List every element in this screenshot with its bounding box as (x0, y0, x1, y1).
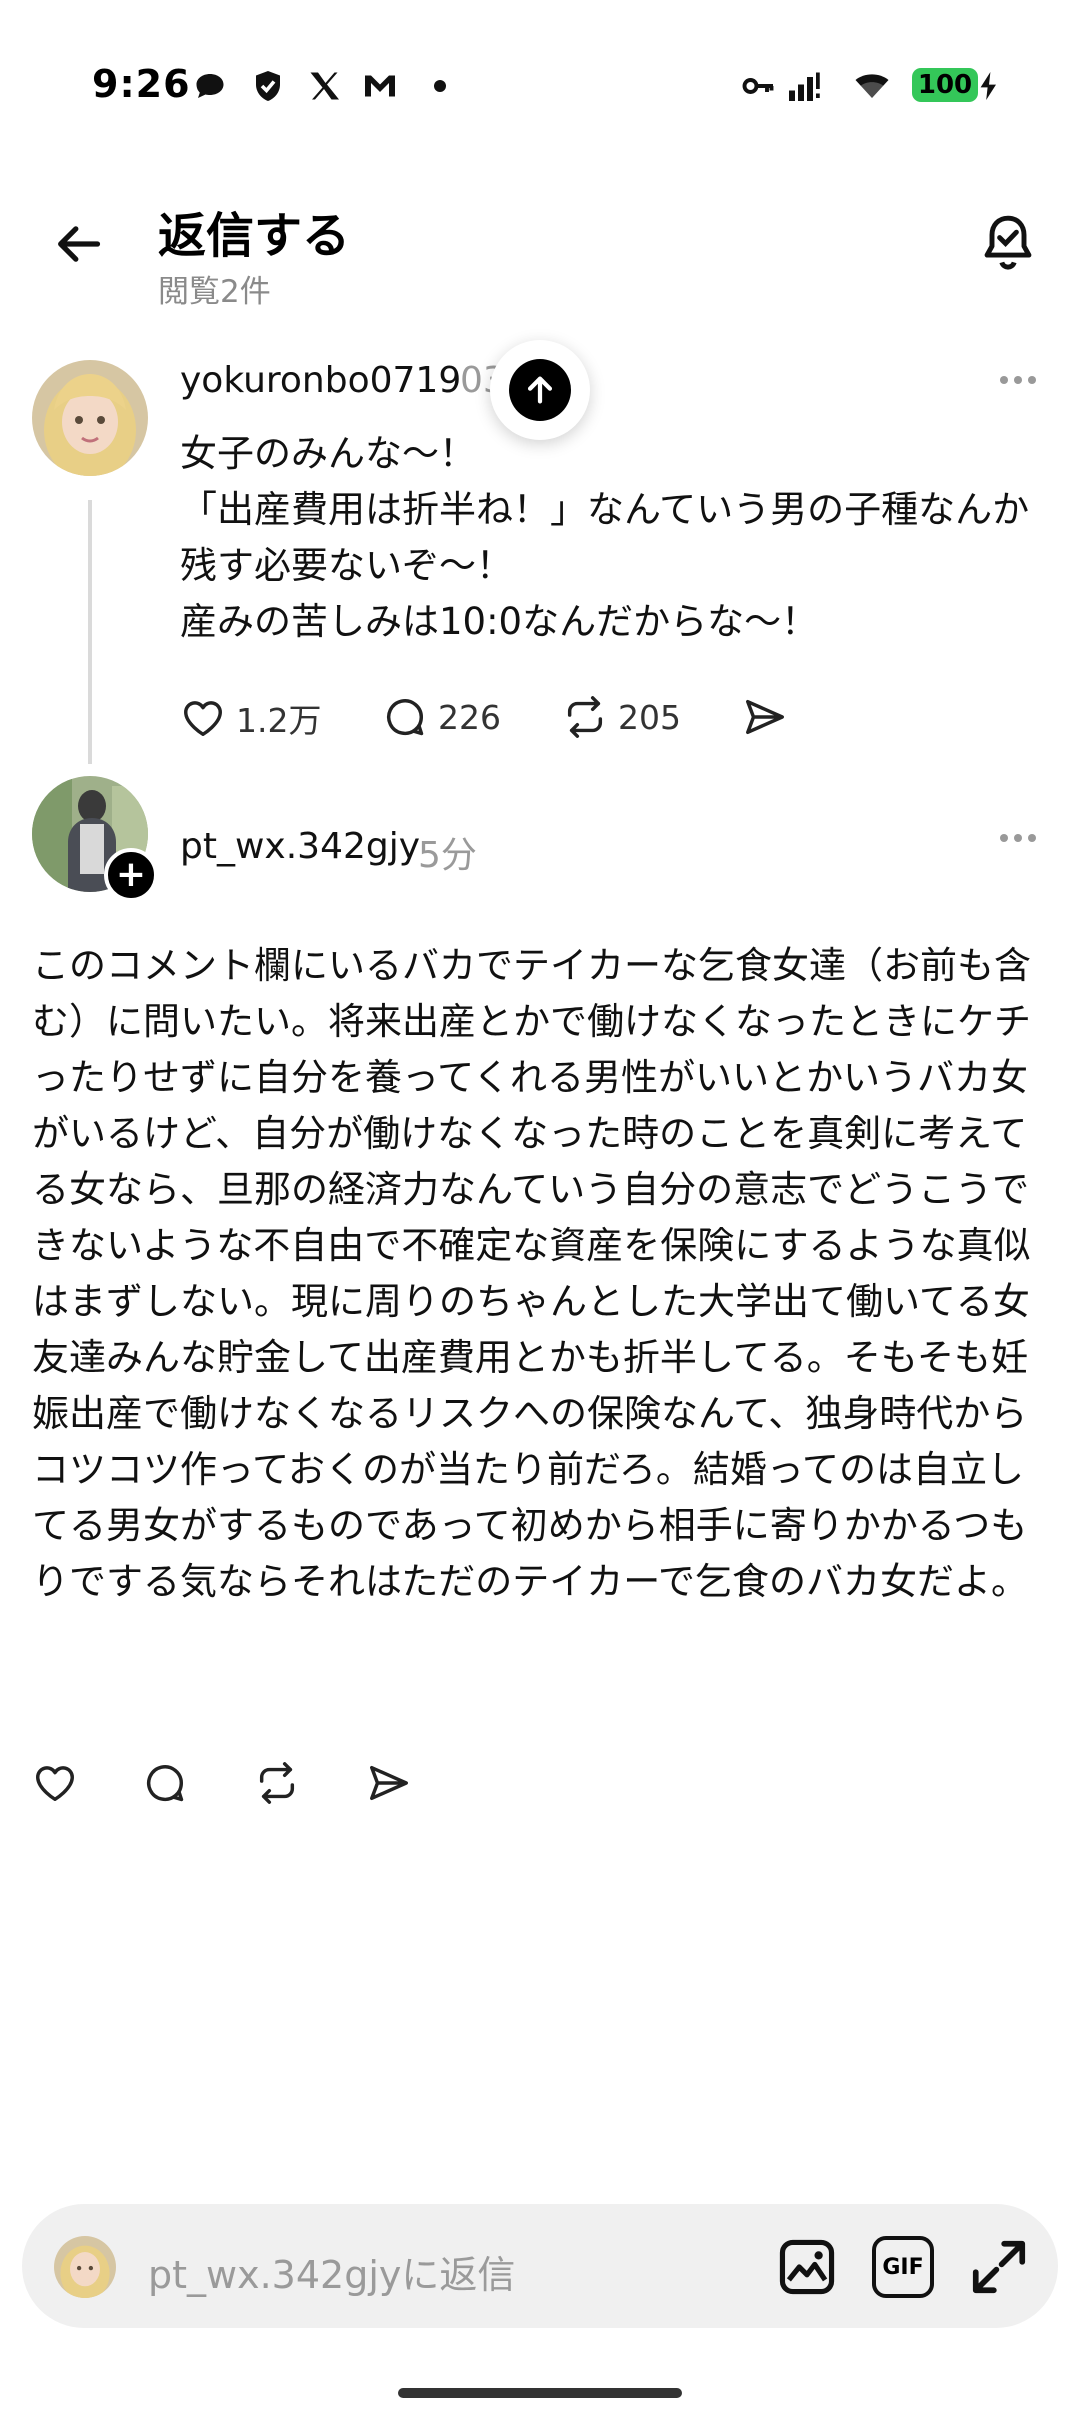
key-icon (742, 78, 774, 94)
follow-plus-button[interactable]: + (104, 848, 158, 902)
gif-button[interactable]: GIF (872, 2236, 934, 2298)
share-send-icon (746, 699, 784, 735)
share-button[interactable] (742, 694, 788, 740)
battery-icon: 100 (912, 68, 978, 102)
heart-icon (184, 701, 222, 737)
comment-icon (147, 1765, 184, 1802)
original-post-avatar[interactable] (32, 360, 148, 476)
charging-icon (980, 72, 996, 100)
mail-icon (365, 75, 395, 97)
reply-input[interactable]: pt_wx.342gjyに返信 (148, 2244, 515, 2299)
repost-icon (567, 696, 603, 738)
notification-bell-icon[interactable] (978, 212, 1038, 276)
expand-icon[interactable] (968, 2236, 1030, 2298)
like-count: 1.2万 (236, 701, 322, 740)
thread-line (88, 500, 92, 764)
notification-dot-icon (434, 80, 446, 92)
reply-repost-button[interactable] (254, 1760, 300, 1806)
repost-icon (259, 1762, 295, 1804)
original-post-more-icon[interactable] (998, 374, 1038, 386)
gif-label: GIF (882, 2254, 924, 2280)
reply-comment-button[interactable] (142, 1760, 188, 1806)
reply-post-more-icon[interactable] (998, 832, 1038, 844)
image-attach-icon[interactable] (776, 2236, 838, 2298)
repost-count: 205 (618, 697, 681, 737)
reply-share-button[interactable] (366, 1760, 412, 1806)
share-send-icon (370, 1765, 408, 1801)
comment-icon (387, 699, 424, 736)
signal-icon (789, 72, 820, 101)
arrow-up-icon (527, 376, 553, 404)
reply-post-time: 5分 (418, 835, 477, 876)
repost-button[interactable]: 205 (562, 694, 681, 740)
chat-bubble-icon (196, 74, 224, 98)
reply-button[interactable]: 226 (382, 694, 501, 740)
reply-count: 226 (438, 697, 501, 737)
back-arrow-icon[interactable] (52, 218, 104, 270)
composer-avatar (54, 2236, 116, 2298)
reply-post-body: このコメント欄にいるバカでテイカーな乞食女達（お前も含む）に問いたい。将来出産と… (32, 944, 1031, 1603)
scroll-to-top-button[interactable] (490, 340, 590, 440)
x-logo-icon (310, 72, 339, 100)
home-indicator[interactable] (398, 2388, 682, 2398)
status-time: 9:26 (92, 62, 191, 106)
page-title: 返信する (158, 208, 351, 264)
reply-like-button[interactable] (32, 1760, 78, 1806)
reply-post-username[interactable]: pt_wx.342gjy (180, 826, 420, 867)
shield-icon (256, 71, 280, 101)
view-count: 閲覧2件 (158, 274, 271, 310)
original-post-body: 女子のみんな〜！ 「出産費用は折半ね！」なんていう男の子種なんか残す必要ないぞ〜… (180, 432, 1030, 643)
original-post-username[interactable]: yokuronbo0719 (180, 360, 461, 401)
like-button[interactable]: 1.2万 (180, 694, 321, 742)
battery-level: 100 (917, 70, 973, 100)
heart-icon (36, 1766, 74, 1802)
wifi-icon (855, 74, 889, 98)
